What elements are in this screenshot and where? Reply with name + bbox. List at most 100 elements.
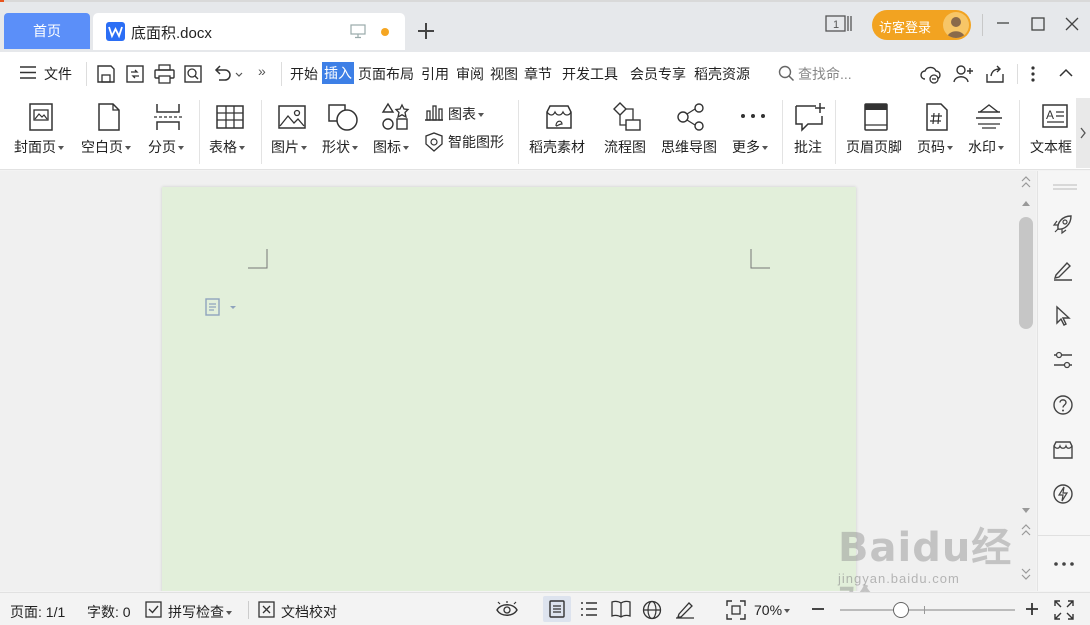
web-layout-icon[interactable] xyxy=(642,600,662,620)
menu-tab-chapter[interactable]: 章节 xyxy=(524,64,552,84)
collapse-ribbon-icon[interactable] xyxy=(1058,66,1074,78)
ribbon-separator xyxy=(199,100,200,164)
smart-graphic-icon xyxy=(424,132,444,152)
close-icon[interactable] xyxy=(1064,16,1080,32)
edit-pen-icon[interactable] xyxy=(1052,259,1074,281)
previous-page-icon[interactable] xyxy=(1020,523,1032,537)
add-user-icon[interactable] xyxy=(952,64,974,84)
zoom-level-dropdown[interactable]: 70% xyxy=(754,602,791,618)
screen-icon[interactable] xyxy=(350,24,366,39)
document-proofread-button[interactable]: 文档校对 xyxy=(281,602,337,622)
new-tab-button[interactable] xyxy=(415,20,437,42)
scroll-top-icon[interactable] xyxy=(1020,175,1032,189)
menu-tab-member[interactable]: 会员专享 xyxy=(630,64,686,84)
tab-document[interactable]: 底面积.docx xyxy=(93,13,405,50)
flowchart-button[interactable]: 流程图 xyxy=(603,96,651,170)
tab-home[interactable]: 首页 xyxy=(4,13,90,49)
picture-button[interactable]: 图片 xyxy=(270,96,316,170)
textbox-button[interactable]: A 文本框 xyxy=(1029,96,1075,170)
header-footer-button[interactable]: 页眉页脚 xyxy=(845,96,909,170)
fullscreen-icon[interactable] xyxy=(1054,600,1074,620)
adjust-sliders-icon[interactable] xyxy=(1052,349,1074,371)
ribbon-separator xyxy=(782,100,783,164)
print-icon[interactable] xyxy=(154,64,175,84)
command-search-input[interactable]: 查找命... xyxy=(798,64,852,84)
document-canvas[interactable] xyxy=(0,171,1036,591)
zoom-slider-thumb[interactable] xyxy=(893,602,910,618)
word-count[interactable]: 字数: 0 xyxy=(87,602,131,622)
undo-icon[interactable] xyxy=(213,64,243,84)
proofread-icon[interactable] xyxy=(258,601,276,618)
margin-corner-top-left xyxy=(248,249,268,269)
menu-tab-docer[interactable]: 稻壳资源 xyxy=(694,64,750,84)
docer-store-icon[interactable] xyxy=(1052,439,1074,461)
page-break-button[interactable]: 分页 xyxy=(147,96,193,170)
shape-button[interactable]: 形状 xyxy=(321,96,367,170)
minimize-icon[interactable] xyxy=(996,16,1010,30)
save-icon[interactable] xyxy=(96,64,116,84)
scroll-up-icon[interactable] xyxy=(1021,199,1031,207)
scrollbar-thumb[interactable] xyxy=(1019,217,1033,329)
help-icon[interactable] xyxy=(1052,394,1074,416)
fit-window-icon[interactable] xyxy=(726,600,746,620)
cursor-select-icon[interactable] xyxy=(1052,305,1074,327)
rocket-icon[interactable] xyxy=(1052,213,1074,235)
more-options-icon[interactable] xyxy=(1052,560,1076,568)
docer-material-button[interactable]: 稻壳素材 xyxy=(528,96,592,170)
cover-page-button[interactable]: 封面页 xyxy=(12,96,72,170)
print-preview-icon[interactable] xyxy=(183,64,203,84)
menu-tab-view[interactable]: 视图 xyxy=(490,64,518,84)
menu-tab-references[interactable]: 引用 xyxy=(421,64,449,84)
next-page-icon[interactable] xyxy=(1020,567,1032,581)
write-mode-icon[interactable] xyxy=(675,599,695,619)
document-page[interactable] xyxy=(162,187,856,591)
mind-map-button[interactable]: 思维导图 xyxy=(660,96,724,170)
comment-button[interactable]: 批注 xyxy=(792,96,828,170)
zoom-out-icon[interactable] xyxy=(811,601,825,617)
paste-options-icon[interactable] xyxy=(204,297,240,317)
lightning-icon[interactable] xyxy=(1052,483,1074,505)
more-vertical-icon[interactable] xyxy=(1030,64,1036,84)
guest-login-button[interactable]: 访客登录 xyxy=(872,10,971,40)
ribbon-separator xyxy=(1019,100,1020,164)
insert-ribbon: 封面页 空白页 分页 表格 图片 形状 图标 图表 智能图形 稻壳素材 流程图 … xyxy=(0,96,1090,170)
shape-label: 形状 xyxy=(322,137,358,157)
scroll-down-icon[interactable] xyxy=(1021,507,1031,515)
export-icon[interactable] xyxy=(125,64,145,84)
chart-button[interactable]: 图表 xyxy=(424,96,494,126)
page-view-icon xyxy=(549,600,565,618)
spell-check-button[interactable]: 拼写检查 xyxy=(168,602,232,622)
page-layout-icon[interactable]: 1 xyxy=(825,14,853,34)
smart-graphic-button[interactable]: 智能图形 xyxy=(424,130,514,160)
menu-tab-review[interactable]: 审阅 xyxy=(456,64,484,84)
blank-page-button[interactable]: 空白页 xyxy=(80,96,140,170)
share-icon[interactable] xyxy=(985,64,1005,84)
docer-material-label: 稻壳素材 xyxy=(529,139,585,155)
menu-file[interactable]: 文件 xyxy=(44,64,72,84)
vertical-scrollbar[interactable] xyxy=(1016,171,1036,591)
eye-protection-icon[interactable] xyxy=(496,601,518,618)
zoom-slider-track[interactable] xyxy=(840,609,1015,611)
menu-tab-developer[interactable]: 开发工具 xyxy=(562,64,618,84)
menu-tab-home[interactable]: 开始 xyxy=(290,64,318,84)
table-button[interactable]: 表格 xyxy=(208,96,254,170)
panel-handle-icon[interactable] xyxy=(1052,183,1078,191)
watermark-button[interactable]: 水印 xyxy=(967,96,1013,170)
reading-mode-icon[interactable] xyxy=(611,600,631,618)
menu-tab-page-layout[interactable]: 页面布局 xyxy=(358,64,414,84)
page-number-button[interactable]: 页码 xyxy=(916,96,962,170)
page-count[interactable]: 页面: 1/1 xyxy=(10,602,65,622)
page-view-button[interactable] xyxy=(543,596,571,622)
hamburger-icon[interactable] xyxy=(19,65,37,80)
icon-library-button[interactable]: 图标 xyxy=(372,96,418,170)
more-button[interactable]: 更多 xyxy=(731,96,775,170)
cloud-sync-icon[interactable] xyxy=(919,64,941,84)
menu-overflow-icon[interactable]: » xyxy=(258,63,266,79)
ribbon-separator xyxy=(835,100,836,164)
zoom-in-icon[interactable] xyxy=(1025,601,1039,617)
menu-tab-insert[interactable]: 插入 xyxy=(322,62,354,84)
maximize-icon[interactable] xyxy=(1031,17,1045,31)
outline-view-icon[interactable] xyxy=(580,601,598,617)
spell-check-icon[interactable] xyxy=(145,601,163,618)
ribbon-scroll-right-button[interactable] xyxy=(1076,98,1090,168)
